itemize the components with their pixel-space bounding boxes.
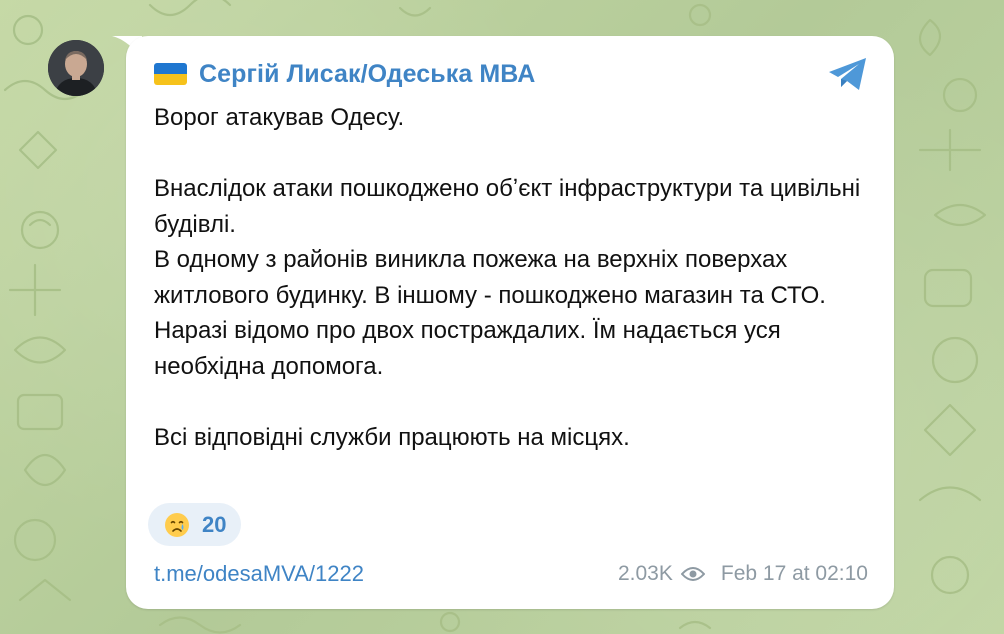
eye-icon bbox=[680, 567, 705, 581]
reaction-count: 20 bbox=[202, 511, 227, 537]
channel-name[interactable]: Сергій Лисак/Одеська МВА bbox=[199, 60, 535, 89]
telegram-plane-icon[interactable] bbox=[826, 56, 870, 92]
message-header: Сергій Лисак/Одеська МВА bbox=[154, 58, 535, 90]
message-meta: 2.03K Feb 17 at 02:10 bbox=[618, 562, 868, 586]
ukraine-flag-icon bbox=[154, 63, 187, 85]
avatar-photo-icon bbox=[48, 40, 104, 96]
message-footer: t.me/odesaMVA/1222 2.03K Feb 17 at 02:10 bbox=[154, 561, 868, 587]
reaction-button[interactable]: 20 bbox=[148, 503, 241, 546]
message-text: Ворог атакував Одесу. Внаслідок атаки по… bbox=[154, 104, 861, 451]
view-count: 2.03K bbox=[617, 562, 673, 585]
crying-face-icon bbox=[165, 512, 189, 537]
channel-avatar[interactable] bbox=[48, 40, 104, 96]
message-bubble: Сергій Лисак/Одеська МВА Ворог атакував … bbox=[126, 36, 894, 609]
message-timestamp: Feb 17 at 02:10 bbox=[720, 562, 868, 585]
post-link[interactable]: t.me/odesaMVA/1222 bbox=[154, 561, 364, 587]
